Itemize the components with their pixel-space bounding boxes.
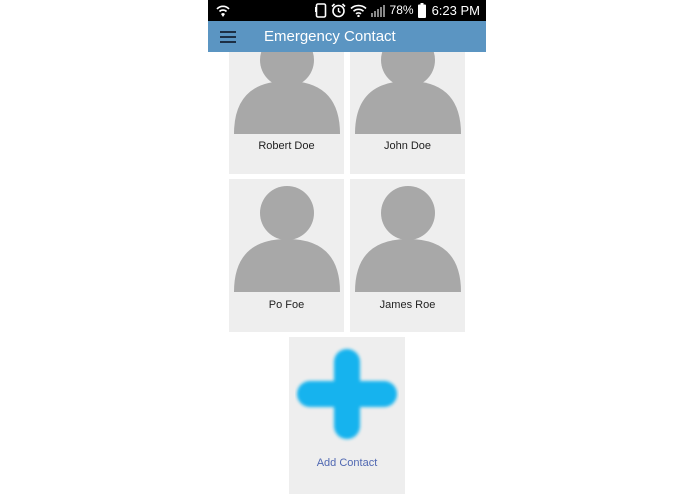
app-bar: Emergency Contact — [208, 21, 486, 52]
status-time: 6:23 PM — [431, 3, 480, 18]
phone-outline-icon — [314, 3, 326, 18]
contact-grid: Robert Doe John Doe Po Foe James Roe Add… — [208, 52, 486, 494]
hamburger-menu-icon[interactable] — [218, 27, 238, 46]
contact-name: Robert Doe — [258, 140, 315, 152]
menu-line — [220, 36, 236, 38]
person-placeholder-icon — [234, 186, 340, 292]
signal-icon — [370, 5, 385, 17]
add-contact-button[interactable]: Add Contact — [289, 337, 405, 494]
status-icons: 78% 6:23 PM — [314, 0, 480, 21]
app-title: Emergency Contact — [264, 28, 396, 45]
person-placeholder-icon — [355, 52, 461, 134]
phone-screen: 78% 6:23 PM Emergency Contact Robert Doe — [208, 0, 486, 494]
contact-name: Po Foe — [268, 299, 305, 311]
wifi-icon — [349, 4, 367, 17]
add-contact-label: Add Contact — [316, 457, 378, 469]
person-placeholder-icon — [355, 186, 461, 292]
contact-card-james-roe[interactable]: James Roe — [350, 179, 465, 332]
contact-name: James Roe — [379, 299, 436, 311]
plus-icon — [297, 349, 397, 439]
contact-name: John Doe — [383, 140, 432, 152]
wifi-calling-icon — [216, 5, 230, 17]
battery-percent: 78% — [389, 3, 414, 17]
contact-card-robert-doe[interactable]: Robert Doe — [229, 52, 344, 174]
menu-line — [220, 31, 236, 33]
contact-card-po-foe[interactable]: Po Foe — [229, 179, 344, 332]
menu-line — [220, 41, 236, 43]
alarm-icon — [330, 3, 346, 18]
person-placeholder-icon — [234, 52, 340, 134]
contact-card-john-doe[interactable]: John Doe — [350, 52, 465, 174]
status-bar: 78% 6:23 PM — [208, 0, 486, 21]
battery-icon — [417, 3, 426, 18]
